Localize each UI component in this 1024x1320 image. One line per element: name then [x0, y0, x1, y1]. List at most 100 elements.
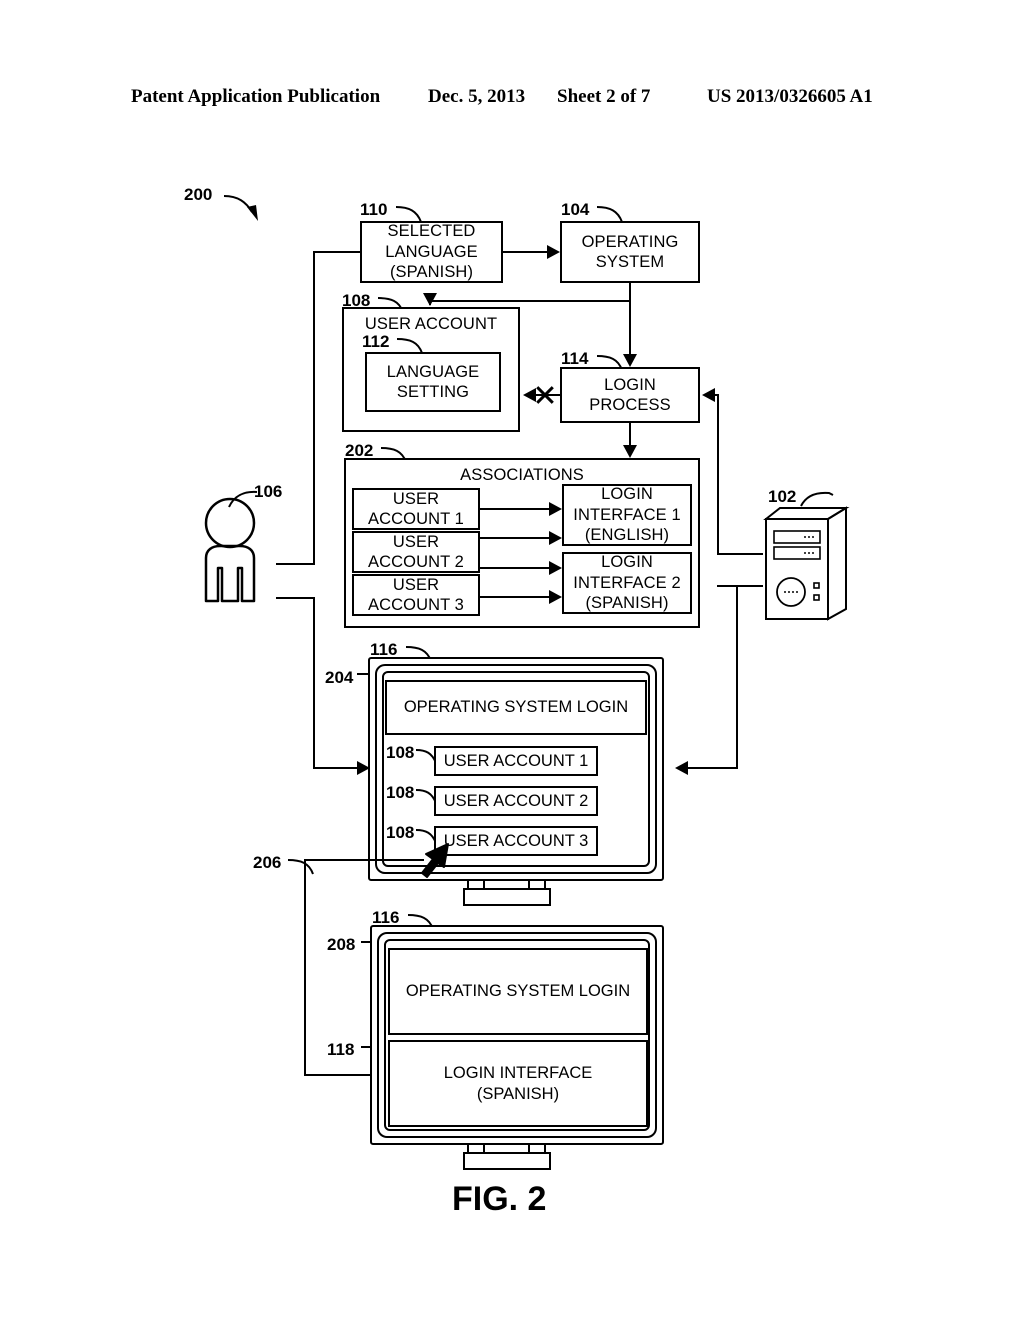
arrowhead-ua2-to-li1 — [549, 531, 562, 545]
ref-204-account-list-screen: 204 — [325, 668, 354, 687]
assoc-li1-line-2: INTERFACE 1 — [573, 505, 681, 524]
mapping-ua3-to-li2 — [480, 596, 549, 598]
link-language-to-os — [503, 251, 547, 253]
arrowhead-ua3-to-li2 — [549, 590, 562, 604]
ref-118-login-interface: 118 — [327, 1040, 355, 1059]
display-1-title-bar: OPERATING SYSTEM LOGIN — [385, 680, 647, 735]
ref-110-selected-language: 110 — [360, 200, 388, 219]
assoc-ua3-line-2: ACCOUNT 3 — [368, 596, 464, 614]
link-os-left — [429, 300, 631, 302]
assoc-li2-line-2: INTERFACE 2 — [573, 573, 681, 592]
bus-user-to-selected-language — [313, 251, 315, 565]
ref-108-account-3: 108 — [386, 823, 415, 842]
bus-computer-to-login-process — [717, 394, 719, 555]
assoc-li1-line-1: LOGIN — [601, 485, 653, 504]
mapping-ua2-to-li2 — [480, 567, 549, 569]
figure-caption: FIG. 2 — [452, 1180, 547, 1218]
display-2-os-login-panel: OPERATING SYSTEM LOGIN — [388, 948, 648, 1035]
ref-108-account-2: 108 — [386, 783, 415, 802]
arrowhead-computer-to-display-1 — [675, 761, 688, 775]
login-process-line-2: PROCESS — [589, 396, 671, 414]
arrowhead-os-to-user-account — [423, 293, 437, 306]
display-1-account-1-label: USER ACCOUNT 1 — [443, 751, 589, 770]
display-1-account-row-3[interactable]: USER ACCOUNT 3 — [434, 826, 598, 856]
link-os-to-login-process — [629, 283, 631, 354]
assoc-ua1-line-2: ACCOUNT 1 — [368, 510, 464, 528]
link-computer-lower — [717, 585, 763, 587]
arrowhead-computer-to-login-process — [702, 388, 715, 402]
assoc-ua1-line-1: USER — [392, 489, 440, 508]
assoc-login-interface-2: LOGIN INTERFACE 2 (SPANISH) — [562, 552, 692, 614]
display-2-login-interface-line-2: (SPANISH) — [476, 1084, 560, 1103]
selected-language-line-1: SELECTED — [387, 222, 476, 241]
assoc-ua2-line-2: ACCOUNT 2 — [368, 553, 464, 571]
x-break-icon — [534, 384, 556, 406]
patent-figure-page: Patent Application Publication Dec. 5, 2… — [0, 0, 1024, 1320]
ref-102-computer: 102 — [768, 487, 797, 506]
display-1-account-row-1[interactable]: USER ACCOUNT 1 — [434, 746, 598, 776]
selected-language-line-2: LANGUAGE — [385, 242, 478, 261]
assoc-user-account-1: USER ACCOUNT 1 — [352, 488, 480, 530]
bus-user-to-display-1 — [313, 597, 315, 769]
language-setting-line-2: SETTING — [396, 383, 470, 401]
assoc-ua3-line-1: USER — [392, 575, 440, 594]
display-2-login-interface-panel: LOGIN INTERFACE (SPANISH) — [388, 1040, 648, 1127]
desktop-tower-icon — [763, 506, 850, 621]
display-1-account-3-label: USER ACCOUNT 3 — [443, 831, 589, 850]
leader-200 — [223, 195, 258, 221]
arrowhead-ua1-to-li1 — [549, 502, 562, 516]
user-account-title: USER ACCOUNT — [364, 315, 498, 333]
arrowhead-language-to-os — [547, 245, 560, 259]
display-1-account-2-label: USER ACCOUNT 2 — [443, 791, 589, 810]
operating-system-line-1: OPERATING — [581, 232, 679, 251]
assoc-user-account-2: USER ACCOUNT 2 — [352, 531, 480, 573]
display-2-login-interface-line-1: LOGIN INTERFACE — [443, 1063, 593, 1082]
display-2-title: OPERATING SYSTEM LOGIN — [405, 982, 631, 1001]
arrowhead-login-process-to-associations — [623, 445, 637, 458]
assoc-li2-line-1: LOGIN — [601, 553, 653, 572]
ref-112-language-setting: 112 — [362, 332, 390, 351]
ref-208-os-login-screen: 208 — [327, 935, 356, 954]
assoc-login-interface-1: LOGIN INTERFACE 1 (ENGLISH) — [562, 484, 692, 546]
mapping-ua2-to-li1 — [480, 537, 549, 539]
selected-language-line-3: (SPANISH) — [389, 263, 474, 282]
link-computer-upper — [717, 553, 763, 555]
arrowhead-ua2-to-li2 — [549, 561, 562, 575]
header-publication: Patent Application Publication — [131, 86, 381, 107]
language-setting-line-1: LANGUAGE — [386, 362, 480, 381]
person-icon — [204, 497, 256, 603]
ref-206-selection-flow: 206 — [253, 853, 282, 872]
bus-computer-to-display-1 — [736, 585, 738, 767]
header-date: Dec. 5, 2013 — [428, 86, 526, 107]
ref-104-operating-system: 104 — [561, 200, 590, 219]
header-sheet: Sheet 2 of 7 — [557, 86, 651, 107]
ref-200-system: 200 — [184, 185, 213, 204]
link-computer-into-display-1 — [688, 767, 738, 769]
login-process-line-1: LOGIN — [604, 375, 656, 394]
link-user-bus-upper — [276, 563, 314, 565]
assoc-user-account-3: USER ACCOUNT 3 — [352, 574, 480, 616]
ref-114-login-process: 114 — [561, 349, 589, 368]
operating-system-line-2: SYSTEM — [595, 253, 665, 271]
assoc-li1-line-3: (ENGLISH) — [584, 526, 670, 545]
link-bus-to-display-1 — [313, 767, 357, 769]
associations-title: ASSOCIATIONS — [460, 466, 584, 484]
link-206-bottom — [304, 1074, 370, 1076]
link-computer-join-b — [715, 394, 719, 396]
assoc-ua2-line-1: USER — [392, 532, 440, 551]
link-user-bus-lower — [276, 597, 314, 599]
display-1-stand-base — [463, 888, 551, 906]
ref-108-account-1: 108 — [386, 743, 415, 762]
block-operating-system: OPERATING SYSTEM — [560, 221, 700, 283]
display-1-account-row-2[interactable]: USER ACCOUNT 2 — [434, 786, 598, 816]
block-login-process: LOGIN PROCESS — [560, 367, 700, 423]
link-login-process-to-associations — [629, 423, 631, 445]
link-206-top — [304, 859, 424, 861]
link-bus-to-selected-language — [313, 251, 361, 253]
assoc-li2-line-3: (SPANISH) — [585, 594, 669, 613]
display-2-stand-base — [463, 1152, 551, 1170]
arrowhead-os-to-login-process — [623, 354, 637, 367]
link-206-vertical — [304, 859, 306, 1075]
block-selected-language: SELECTED LANGUAGE (SPANISH) — [360, 221, 503, 283]
block-language-setting: LANGUAGE SETTING — [365, 352, 501, 412]
